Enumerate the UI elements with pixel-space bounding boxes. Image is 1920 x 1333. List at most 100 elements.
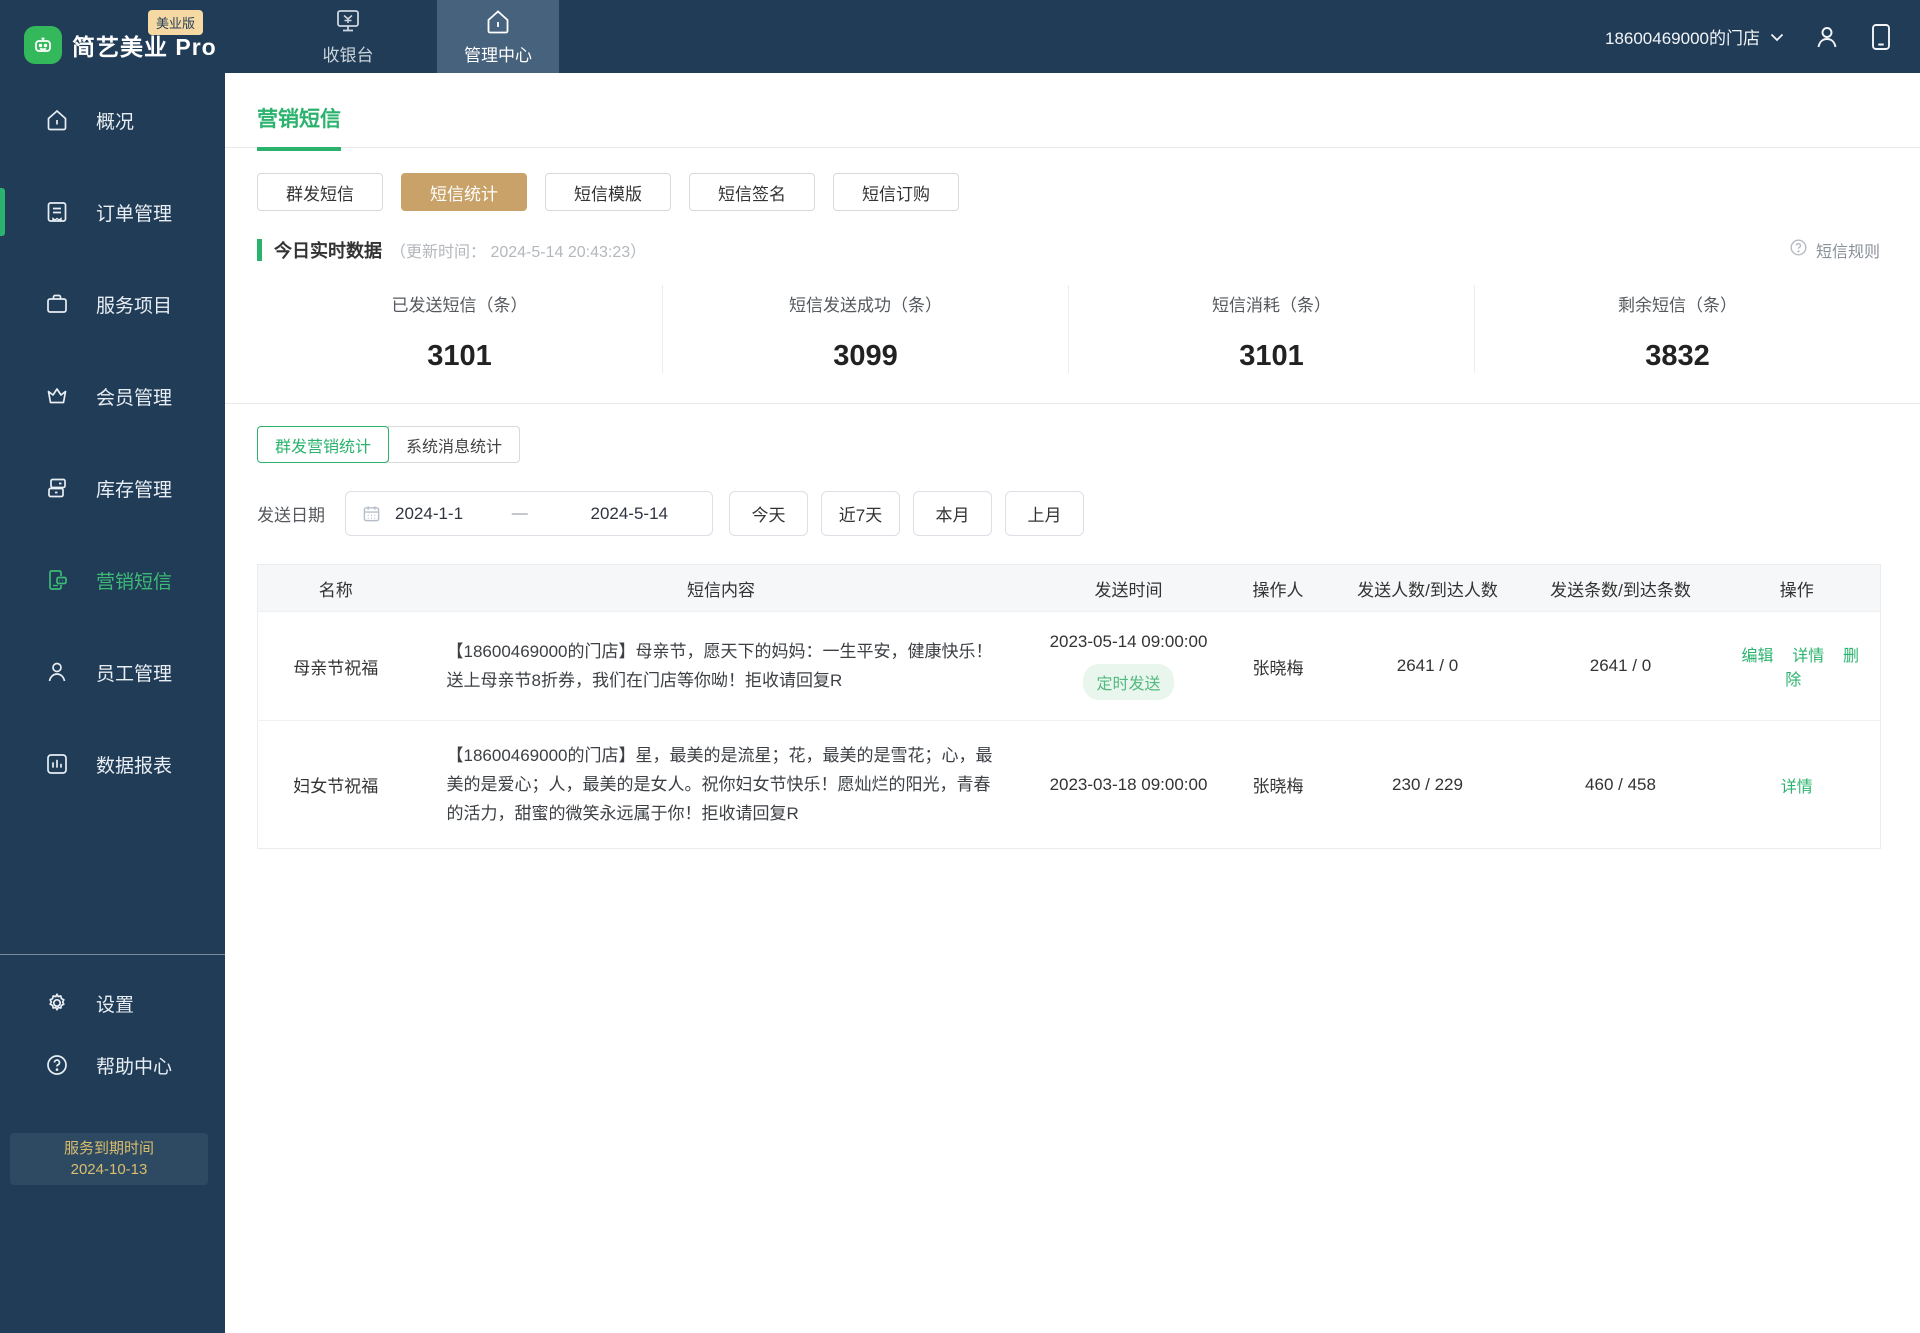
app-name: 简艺美业 Pro: [72, 34, 217, 60]
store-name: 18600469000的门店: [1604, 29, 1760, 48]
sidebar-item-label: 会员管理: [96, 387, 173, 409]
cell-send-time: 2023-05-14 09:00:00 定时发送: [1028, 611, 1229, 721]
sms-rules-link[interactable]: 短信规则: [1789, 238, 1880, 262]
service-expire-label: 服务到期时间: [63, 1140, 154, 1157]
sidebar-item-services[interactable]: 服务项目: [0, 258, 225, 350]
cell-actions: 详情: [1713, 720, 1881, 849]
user-icon[interactable]: [1814, 24, 1840, 50]
sidebar-item-label: 帮助中心: [96, 1056, 173, 1078]
service-expire-box: 服务到期时间 2024-10-13: [10, 1133, 208, 1185]
sidebar-item-settings[interactable]: 设置: [0, 972, 225, 1034]
header-actions: 操作: [1713, 564, 1881, 612]
details-link[interactable]: 详情: [1781, 779, 1813, 796]
sms-stats-table: 名称 短信内容 发送时间 操作人 发送人数/到达人数 发送条数/到达条数 操作 …: [257, 564, 1881, 849]
stat-remaining: 剩余短信（条） 3832: [1475, 285, 1880, 373]
crown-icon: [44, 383, 70, 409]
stat-value: 3832: [1645, 340, 1710, 372]
sidebar-item-label: 库存管理: [96, 479, 173, 501]
nav-cashier[interactable]: 收银台: [287, 0, 409, 73]
person-icon: [44, 659, 70, 685]
quick-date-buttons: 今天 近7天 本月 上月: [729, 491, 1084, 536]
quick-last-month-button[interactable]: 上月: [1005, 491, 1084, 536]
cell-content: 【18600469000的门店】星，最美的是流星；花，最美的是雪花；心，最美的是…: [413, 720, 1029, 849]
tab-bulk-sms[interactable]: 群发短信: [257, 173, 383, 211]
stat-value: 3101: [427, 340, 492, 372]
date-range-input[interactable]: 2024-1-1 — 2024-5-14: [345, 491, 713, 536]
mobile-icon[interactable]: [1870, 23, 1892, 51]
cell-operator: 张晓梅: [1228, 720, 1328, 849]
gear-icon: [44, 990, 70, 1016]
page-title: 营销短信: [257, 103, 341, 151]
cell-count: 460 / 458: [1527, 720, 1714, 849]
sidebar-item-label: 员工管理: [96, 663, 173, 685]
table-row: 妇女节祝福 【18600469000的门店】星，最美的是流星；花，最美的是雪花；…: [257, 720, 1881, 849]
details-link[interactable]: 详情: [1792, 648, 1824, 665]
top-bar: 收银台 管理中心 18600469000的门店: [0, 0, 1920, 73]
realtime-header: 今日实时数据 （更新时间： 2024-5-14 20:43:23） 短信规则: [257, 237, 1880, 263]
admin-home-icon: [483, 7, 513, 37]
stat-sent: 已发送短信（条） 3101: [257, 285, 663, 373]
sidebar-item-help-center[interactable]: 帮助中心: [0, 1034, 225, 1096]
app-logo: 简艺美业 Pro: [24, 26, 217, 64]
sidebar: 美业版 简艺美业 Pro 概况 订单管理 服务项目 会员管理 库存管理 营销短信…: [0, 0, 225, 1333]
stat-label: 短信发送成功（条）: [789, 296, 942, 315]
cashier-monitor-icon: [333, 7, 363, 37]
sidebar-item-orders[interactable]: 订单管理: [0, 166, 225, 258]
order-doc-icon: [44, 199, 70, 225]
store-selector[interactable]: 18600469000的门店: [1605, 24, 1784, 49]
cell-send-time: 2023-03-18 09:00:00: [1028, 720, 1229, 849]
quick-this-month-button[interactable]: 本月: [913, 491, 992, 536]
sidebar-item-overview[interactable]: 概况: [0, 74, 225, 166]
sidebar-footer: 设置 帮助中心: [0, 972, 225, 1096]
tab-sms-purchase[interactable]: 短信订购: [833, 173, 959, 211]
sidebar-item-reports[interactable]: 数据报表: [0, 718, 225, 810]
sidebar-item-marketing-sms[interactable]: 营销短信: [0, 534, 225, 626]
toggle-bulk-marketing-stats[interactable]: 群发营销统计: [257, 426, 390, 463]
page-title-row: 营销短信: [225, 73, 1920, 151]
stat-consumed: 短信消耗（条） 3101: [1069, 285, 1475, 373]
logo-row: 美业版 简艺美业 Pro: [0, 0, 225, 73]
quick-today-button[interactable]: 今天: [729, 491, 808, 536]
date-filter-row: 发送日期 2024-1-1 — 2024-5-14 今天 近7天 本月 上月: [257, 491, 1920, 536]
table-header-row: 名称 短信内容 发送时间 操作人 发送人数/到达人数 发送条数/到达条数 操作: [257, 564, 1881, 612]
cell-content: 【18600469000的门店】母亲节，愿天下的妈妈：一生平安，健康快乐！送上母…: [413, 611, 1029, 721]
tab-sms-stats[interactable]: 短信统计: [401, 173, 527, 211]
calendar-icon: [362, 504, 381, 523]
stat-label: 已发送短信（条）: [391, 296, 528, 315]
main-content: 营销短信 群发短信 短信统计 短信模版 短信签名 短信订购 今日实时数据 （更新…: [225, 73, 1920, 1333]
nav-cashier-label: 收银台: [322, 46, 374, 65]
sidebar-item-staff[interactable]: 员工管理: [0, 626, 225, 718]
cell-name: 妇女节祝福: [257, 720, 414, 849]
sidebar-item-label: 数据报表: [96, 755, 173, 777]
briefcase-icon: [44, 291, 70, 317]
header-operator: 操作人: [1228, 564, 1328, 612]
header-content: 短信内容: [413, 564, 1029, 612]
sidebar-nav: 概况 订单管理 服务项目 会员管理 库存管理 营销短信 员工管理 数据报表: [0, 74, 225, 810]
stat-label: 短信消耗（条）: [1212, 296, 1331, 315]
cell-name: 母亲节祝福: [257, 611, 414, 721]
table-row: 母亲节祝福 【18600469000的门店】母亲节，愿天下的妈妈：一生平安，健康…: [257, 611, 1881, 721]
tab-sms-templates[interactable]: 短信模版: [545, 173, 671, 211]
stat-success: 短信发送成功（条） 3099: [663, 285, 1069, 373]
header-count: 发送条数/到达条数: [1527, 564, 1714, 612]
tab-sms-signature[interactable]: 短信签名: [689, 173, 815, 211]
cell-count: 2641 / 0: [1527, 611, 1714, 721]
toggle-system-message-stats[interactable]: 系统消息统计: [388, 426, 521, 463]
cell-operator: 张晓梅: [1228, 611, 1328, 721]
header-name: 名称: [257, 564, 414, 612]
edit-link[interactable]: 编辑: [1741, 648, 1773, 665]
question-circle-icon: [44, 1052, 70, 1078]
cell-people: 230 / 229: [1327, 720, 1528, 849]
nav-admin-center[interactable]: 管理中心: [437, 0, 559, 73]
sidebar-item-members[interactable]: 会员管理: [0, 350, 225, 442]
sidebar-item-inventory[interactable]: 库存管理: [0, 442, 225, 534]
date-to: 2024-5-14: [590, 503, 668, 523]
sms-tabs: 群发短信 短信统计 短信模版 短信签名 短信订购: [257, 173, 1920, 211]
stat-value: 3101: [1239, 340, 1304, 372]
stat-label: 剩余短信（条）: [1618, 296, 1737, 315]
chevron-down-icon: [1770, 27, 1784, 47]
sms-phone-icon: [44, 567, 70, 593]
nav-admin-label: 管理中心: [464, 46, 532, 65]
cell-actions: 编辑 详情 删除: [1713, 611, 1881, 721]
quick-7days-button[interactable]: 近7天: [821, 491, 900, 536]
